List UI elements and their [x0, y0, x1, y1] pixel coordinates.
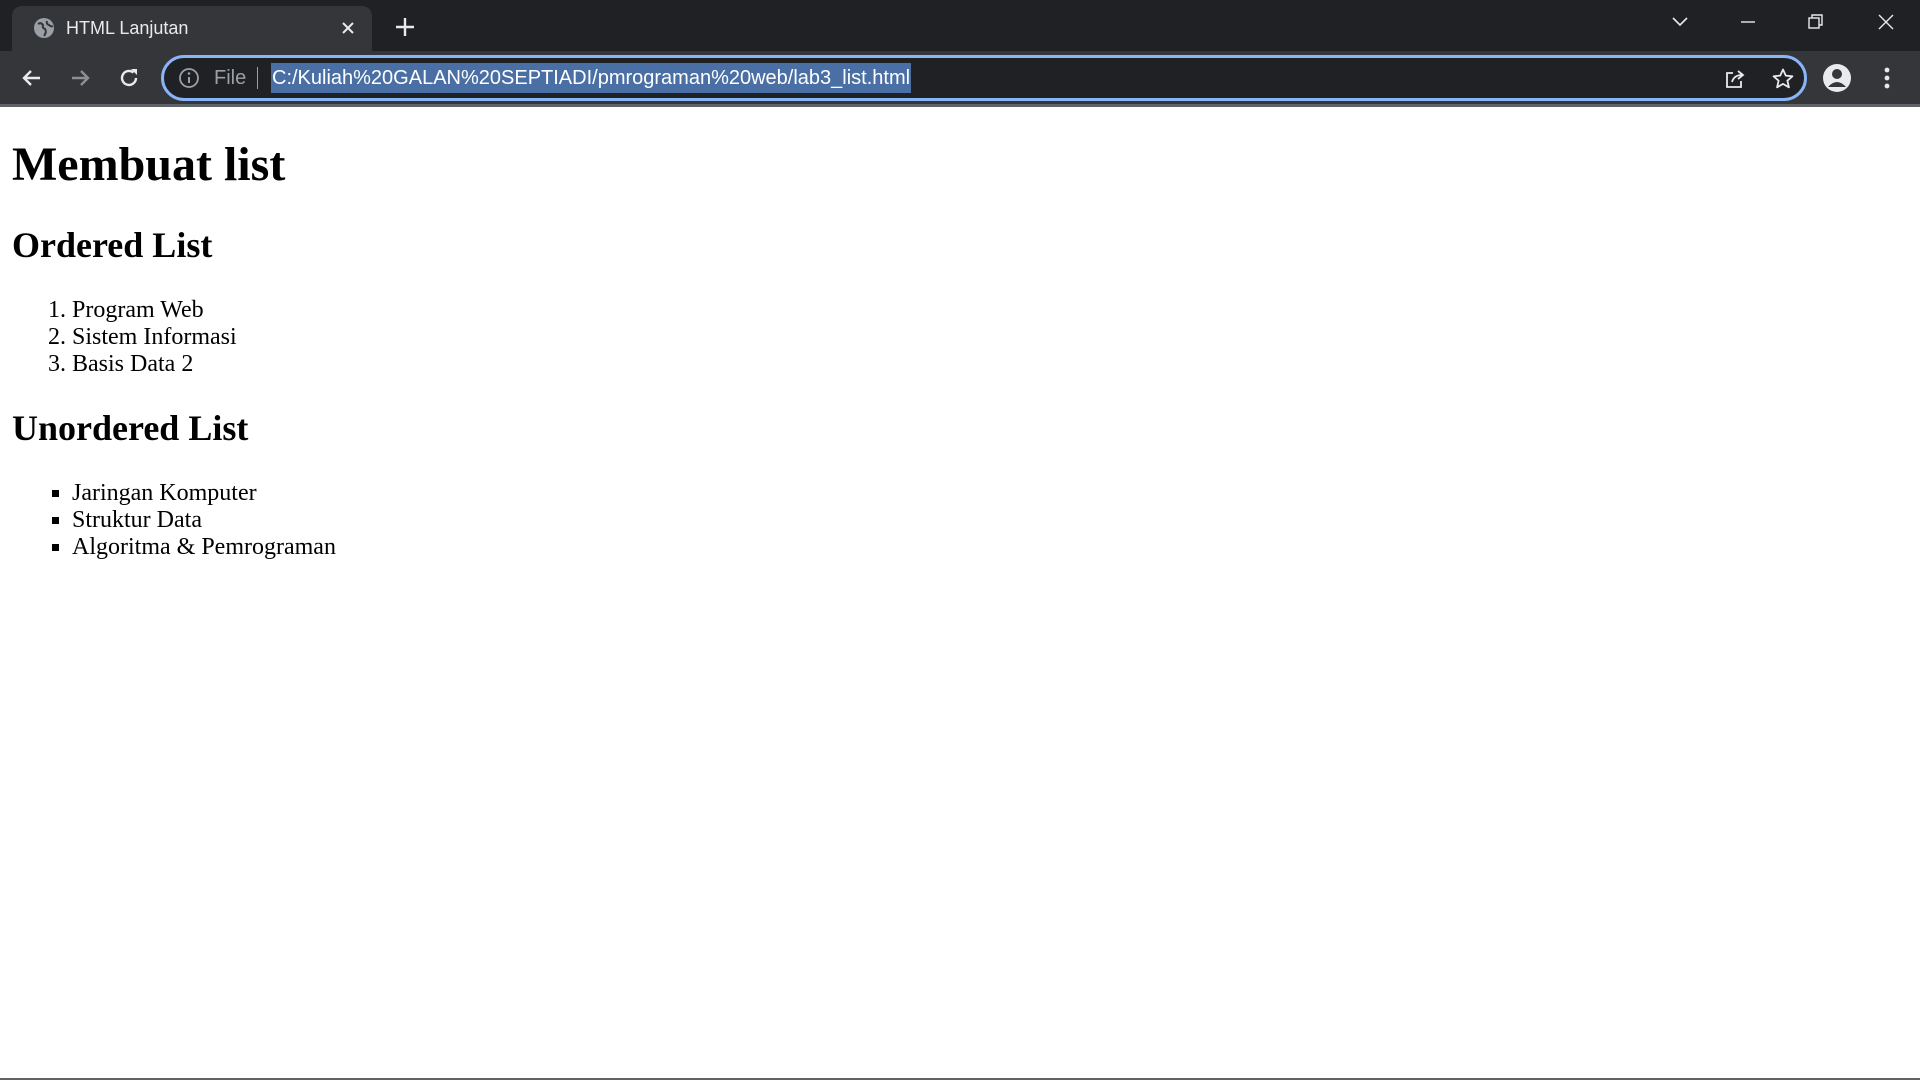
forward-arrow-icon[interactable]	[63, 61, 97, 95]
tab-strip: HTML Lanjutan	[0, 0, 1920, 51]
reload-icon[interactable]	[112, 61, 146, 95]
list-item: Jaringan Komputer	[72, 480, 336, 507]
omnibox-separator	[257, 67, 258, 89]
profile-avatar-icon[interactable]	[1820, 61, 1854, 95]
restore-icon[interactable]	[1782, 0, 1850, 44]
scheme-label: File	[214, 67, 247, 89]
site-info-icon[interactable]	[178, 67, 200, 89]
page-title: Membuat list	[12, 138, 286, 191]
back-arrow-icon[interactable]	[15, 61, 49, 95]
unordered-list-heading: Unordered List	[12, 408, 249, 448]
unordered-list: Jaringan Komputer Struktur Data Algoritm…	[72, 480, 336, 561]
tab-active[interactable]: HTML Lanjutan	[12, 6, 372, 51]
close-tab-icon[interactable]	[336, 16, 360, 40]
minimize-icon[interactable]	[1714, 0, 1782, 44]
ordered-list: Program Web Sistem Informasi Basis Data …	[72, 297, 237, 378]
menu-kebab-icon[interactable]	[1870, 61, 1904, 95]
tab-search-chevron-icon[interactable]	[1646, 0, 1714, 44]
list-item: Struktur Data	[72, 507, 336, 534]
ordered-list-heading: Ordered List	[12, 225, 213, 265]
globe-icon	[32, 16, 56, 40]
bookmark-star-icon[interactable]	[1770, 66, 1796, 92]
close-window-icon[interactable]	[1852, 0, 1920, 44]
share-icon[interactable]	[1722, 66, 1748, 92]
list-item: Sistem Informasi	[72, 324, 237, 351]
tab-title: HTML Lanjutan	[66, 18, 189, 38]
new-tab-icon[interactable]	[390, 12, 420, 42]
address-bar[interactable]: File C:/Kuliah%20GALAN%20SEPTIADI/pmrogr…	[161, 55, 1807, 101]
list-item: Algoritma & Pemrograman	[72, 534, 336, 561]
list-item: Program Web	[72, 297, 237, 324]
page-content: Membuat list Ordered List Program Web Si…	[0, 107, 1920, 1079]
url-text[interactable]: C:/Kuliah%20GALAN%20SEPTIADI/pmrograman%…	[271, 63, 912, 93]
list-item: Basis Data 2	[72, 351, 237, 378]
